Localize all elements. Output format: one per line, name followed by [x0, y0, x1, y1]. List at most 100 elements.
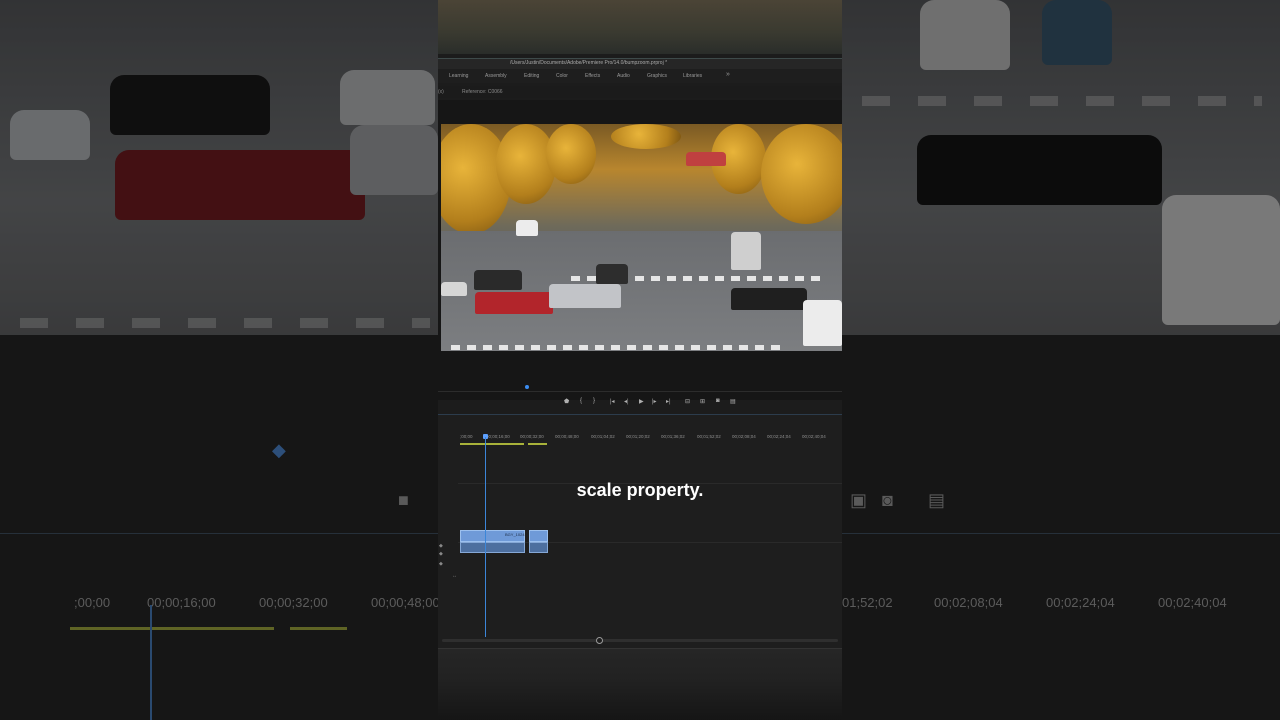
truck	[1162, 195, 1280, 325]
program-monitor[interactable]	[438, 100, 842, 400]
timeline-playhead[interactable]	[485, 437, 486, 637]
timecode-label: 00;01;20;02	[626, 434, 650, 439]
desktop-wallpaper	[438, 0, 842, 54]
blurred-background-right: ▣ ◙ ▤ 01;52;02 00;02;08;04 00;02;24;04 0…	[842, 0, 1280, 720]
in-point-icon[interactable]: {	[580, 398, 582, 404]
blurred-button-editor-icon: ▤	[928, 490, 946, 510]
car	[10, 110, 90, 160]
ginkgo-tree	[761, 124, 842, 224]
bottom-panel	[438, 648, 842, 720]
blurred-button-icon: ■	[398, 490, 409, 510]
timecode-label: ;00;00	[460, 434, 473, 439]
car	[110, 75, 270, 135]
audio-clip[interactable]	[529, 542, 548, 553]
step-forward-icon[interactable]: |▸	[652, 398, 657, 405]
track-height-icon[interactable]: ↔	[452, 573, 457, 579]
marker-icon[interactable]: ⬟	[564, 398, 569, 405]
insert-icon[interactable]: ⊟	[685, 398, 690, 405]
timeline-horizontal-scrollbar[interactable]	[442, 639, 838, 642]
monitor-scrub-bar[interactable]	[438, 391, 842, 392]
workspace-learning[interactable]: Learning	[449, 73, 468, 79]
timecode-label: 00;01;52;02	[697, 434, 721, 439]
project-path: /Users/Justin/Documents/Adobe/Premiere P…	[510, 60, 668, 66]
workspace-audio[interactable]: Audio	[617, 73, 630, 79]
track-toggle-icon[interactable]: ◆	[439, 561, 443, 567]
car	[115, 150, 365, 220]
crosswalk-stripes	[862, 96, 1262, 106]
workspace-libraries[interactable]: Libraries	[683, 73, 702, 79]
video-frame	[441, 124, 842, 351]
reference-label[interactable]: Reference: C0066	[462, 89, 503, 95]
video-clip[interactable]: BGY_1024...	[460, 530, 528, 542]
step-back-icon[interactable]: ◂|	[624, 398, 629, 405]
car	[474, 270, 522, 290]
track-toggle-icon[interactable]: ◆	[439, 543, 443, 549]
car	[340, 70, 435, 125]
workspace-editing[interactable]: Editing	[524, 73, 539, 79]
workspace-effects[interactable]: Effects	[585, 73, 600, 79]
bus	[1042, 0, 1112, 65]
work-area-bar[interactable]	[528, 443, 547, 445]
crosswalk-stripes	[451, 345, 781, 350]
play-icon[interactable]: ▶	[639, 398, 644, 405]
overwrite-icon[interactable]: ⊞	[700, 398, 705, 405]
car	[917, 135, 1162, 205]
blurred-timecode: 00;00;48;00	[371, 595, 438, 610]
car	[350, 125, 438, 195]
car	[549, 284, 621, 308]
car	[731, 288, 807, 310]
blurred-divider	[842, 533, 1280, 534]
blurred-work-area-bar	[70, 627, 274, 630]
video-caption: scale property.	[576, 480, 704, 500]
monitor-playhead[interactable]	[525, 385, 529, 389]
blurred-street-photo	[842, 0, 1280, 335]
car	[475, 292, 553, 314]
blurred-timecode: 00;02;24;04	[1046, 595, 1115, 610]
track-toggle-icon[interactable]: ◆	[439, 551, 443, 557]
premiere-window: /Users/Justin/Documents/Adobe/Premiere P…	[438, 0, 842, 720]
blurred-timecode: 00;00;32;00	[259, 595, 328, 610]
car	[516, 220, 538, 236]
blurred-divider	[0, 533, 438, 534]
workspace-color[interactable]: Color	[556, 73, 568, 79]
crosswalk-stripes	[20, 318, 430, 328]
timecode-label: 00;02;40;04	[802, 434, 826, 439]
blurred-timecode: 01;52;02	[842, 595, 893, 610]
transport-controls: ⬟ { } |◂ ◂| ▶ |▸ ▸| ⊟ ⊞ ◙ ▤	[438, 398, 842, 410]
timeline-panel[interactable]: ;00;00 00;00;16;00 00;00;32;00 00;00;48;…	[438, 414, 842, 655]
title-bar: /Users/Justin/Documents/Adobe/Premiere P…	[438, 58, 842, 69]
truck	[803, 300, 842, 346]
blurred-timeline: ▣ ◙ ▤ 01;52;02 00;02;08;04 00;02;24;04 0…	[842, 335, 1280, 720]
blurred-work-area-bar	[290, 627, 347, 630]
truck	[920, 0, 1010, 70]
bus	[686, 152, 726, 166]
workspace-assembly[interactable]: Assembly	[485, 73, 507, 79]
audio-clip[interactable]	[460, 542, 525, 553]
car	[441, 282, 467, 296]
more-workspaces-icon[interactable]: »	[726, 71, 730, 78]
blurred-timecode: ;00;00	[74, 595, 111, 610]
timecode-label: 00;02;08;04	[732, 434, 756, 439]
timecode-label: 00;00;16;00	[486, 434, 510, 439]
blurred-playhead	[150, 605, 152, 720]
video-clip[interactable]	[529, 530, 548, 542]
out-point-icon[interactable]: }	[593, 398, 595, 404]
workspace-graphics[interactable]: Graphics	[647, 73, 667, 79]
button-editor-icon[interactable]: ▤	[730, 398, 736, 405]
blurred-marker-icon: ◆	[272, 440, 286, 460]
car	[596, 264, 628, 284]
export-frame-icon[interactable]: ◙	[716, 398, 720, 404]
blurred-timeline: ◆ ■ ;00;00 00;00;16;00 00;00;32;00 00;00…	[0, 335, 438, 720]
source-label: (x)	[438, 89, 444, 95]
blurred-timecode: 00;00;16;00	[147, 595, 216, 610]
source-bar: (x) Reference: C0066	[438, 86, 842, 98]
blurred-overwrite-icon: ▣	[850, 490, 868, 510]
timeline-zoom-handle[interactable]	[596, 637, 603, 644]
timecode-label: 00;00;48;00	[555, 434, 579, 439]
ginkgo-tree	[546, 124, 596, 184]
work-area-bar[interactable]	[460, 443, 524, 445]
blurred-timecode: 00;02;40;04	[1158, 595, 1227, 610]
blurred-background-left: ◆ ■ ;00;00 00;00;16;00 00;00;32;00 00;00…	[0, 0, 438, 720]
go-to-in-icon[interactable]: |◂	[610, 398, 615, 405]
go-to-out-icon[interactable]: ▸|	[666, 398, 671, 405]
